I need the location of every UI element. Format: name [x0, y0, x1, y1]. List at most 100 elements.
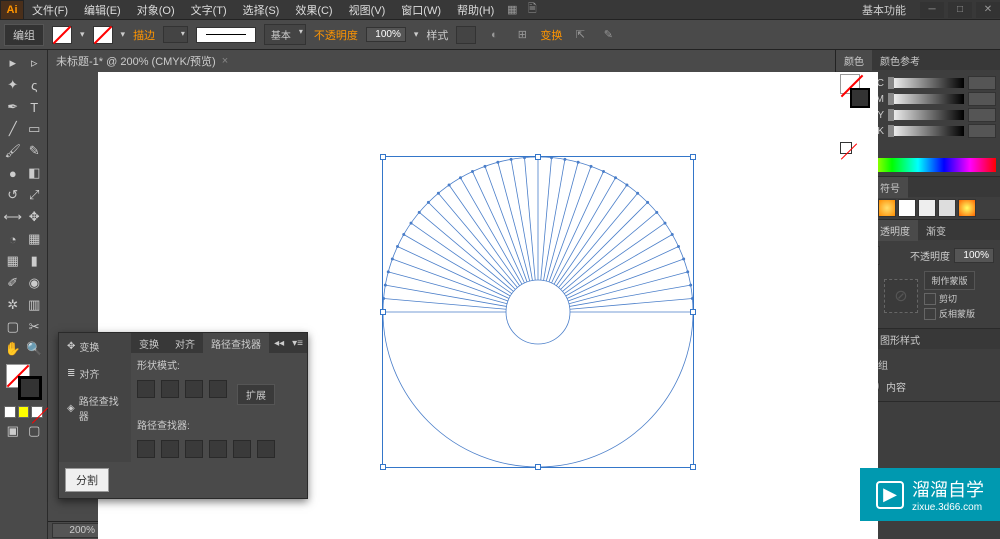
pen-tool[interactable]: ✒ [2, 96, 24, 118]
shape-unite[interactable] [137, 380, 155, 398]
slider-c[interactable] [888, 78, 964, 88]
opacity-field[interactable]: 100% [366, 27, 406, 42]
edit-icon[interactable]: ✎ [598, 26, 618, 44]
layout-icon[interactable]: ▦ [502, 1, 522, 19]
isolate-icon[interactable]: ⇱ [570, 26, 590, 44]
menu-help[interactable]: 帮助(H) [449, 0, 502, 21]
slider-k[interactable] [888, 126, 964, 136]
value-c[interactable] [968, 76, 996, 90]
fill-swatch[interactable] [52, 26, 72, 44]
value-m[interactable] [968, 92, 996, 106]
artboard-tool[interactable]: ▢ [2, 316, 24, 338]
tab-align[interactable]: 对齐 [167, 333, 203, 354]
slice-tool[interactable]: ✂ [24, 316, 46, 338]
menu-select[interactable]: 选择(S) [235, 0, 288, 21]
symbol-7[interactable] [958, 199, 976, 217]
stroke-label[interactable]: 描边 [133, 27, 155, 43]
shape-intersect[interactable] [185, 380, 203, 398]
expand-button[interactable]: 扩展 [237, 384, 275, 405]
selection-tool[interactable]: ▸ [2, 52, 24, 74]
brush-preview[interactable] [196, 27, 256, 43]
pf-trim[interactable] [161, 440, 179, 458]
menu-view[interactable]: 视图(V) [341, 0, 394, 21]
menu-edit[interactable]: 编辑(E) [76, 0, 129, 21]
type-tool[interactable]: T [24, 96, 46, 118]
menu-object[interactable]: 对象(O) [129, 0, 183, 21]
menu-type[interactable]: 文字(T) [183, 0, 235, 21]
eraser-tool[interactable]: ◧ [24, 162, 46, 184]
menu-window[interactable]: 窗口(W) [393, 0, 449, 21]
rectangle-tool[interactable]: ▭ [24, 118, 46, 140]
symbol-sprayer-tool[interactable]: ✲ [2, 294, 24, 316]
panel-menu-icon[interactable]: ▾≡ [288, 338, 307, 349]
stroke-weight[interactable] [163, 26, 188, 43]
stroke-indicator[interactable] [18, 376, 42, 400]
direct-selection-tool[interactable]: ▹ [24, 52, 46, 74]
dock-transform[interactable]: ✥ 变换 [59, 333, 131, 360]
color-mode-none[interactable] [31, 406, 43, 418]
magic-wand-tool[interactable]: ✦ [2, 74, 24, 96]
paintbrush-tool[interactable]: 🖌 [2, 140, 24, 162]
screen-mode-normal[interactable]: ▣ [2, 420, 24, 442]
tab-gradient[interactable]: 渐变 [918, 220, 954, 241]
shape-minus-front[interactable] [161, 380, 179, 398]
symbol-5[interactable] [918, 199, 936, 217]
make-mask-button[interactable]: 制作蒙版 [924, 271, 975, 290]
maximize-button[interactable]: □ [948, 2, 972, 18]
pf-minus-back[interactable] [257, 440, 275, 458]
scale-tool[interactable]: ⤢ [24, 184, 46, 206]
dock-align[interactable]: ≣ 对齐 [59, 360, 131, 387]
blob-brush-tool[interactable]: ● [2, 162, 24, 184]
value-k[interactable] [968, 124, 996, 138]
zoom-tool[interactable]: 🔍 [24, 338, 46, 360]
invert-checkbox[interactable]: 反相蒙版 [924, 307, 975, 320]
document-close[interactable]: × [222, 55, 228, 67]
pf-crop[interactable] [209, 440, 227, 458]
tab-transparency[interactable]: 透明度 [872, 220, 918, 241]
shape-builder-tool[interactable]: ◔ [2, 228, 24, 250]
slider-y[interactable] [888, 110, 964, 120]
close-button[interactable]: ✕ [976, 2, 1000, 18]
slider-m[interactable] [888, 94, 964, 104]
tab-transform[interactable]: 变换 [131, 333, 167, 354]
transp-opacity-field[interactable]: 100% [954, 248, 994, 263]
document-tab[interactable]: 未标题-1* @ 200% (CMYK/预览) × [48, 50, 835, 72]
pf-merge[interactable] [185, 440, 203, 458]
selection-bbox[interactable] [382, 156, 694, 468]
panel-collapse-icon[interactable]: ◂◂ [270, 338, 288, 349]
screen-mode-full[interactable]: ▢ [24, 420, 46, 442]
pf-divide[interactable] [137, 440, 155, 458]
hand-tool[interactable]: ✋ [2, 338, 24, 360]
blend-tool[interactable]: ◉ [24, 272, 46, 294]
opacity-label[interactable]: 不透明度 [314, 27, 358, 43]
symbol-3[interactable] [878, 199, 896, 217]
align-icon[interactable]: ⊞ [512, 26, 532, 44]
canvas[interactable]: (function(){ var g=document.getElementBy… [48, 72, 835, 521]
free-transform-tool[interactable]: ✥ [24, 206, 46, 228]
graph-tool[interactable]: ▥ [24, 294, 46, 316]
lasso-tool[interactable]: ς [24, 74, 46, 96]
pf-outline[interactable] [233, 440, 251, 458]
gradient-tool[interactable]: ▮ [24, 250, 46, 272]
panel-stroke-indicator[interactable] [850, 88, 870, 108]
pathfinder-panel[interactable]: ✥ 变换 ≣ 对齐 ◈ 路径查找器 变换 对齐 路径查找器 ◂◂ ▾≡ [58, 332, 308, 499]
perspective-tool[interactable]: ▦ [24, 228, 46, 250]
pencil-tool[interactable]: ✎ [24, 140, 46, 162]
fill-stroke-control[interactable] [6, 364, 42, 400]
doc-icon[interactable]: 🗎 [522, 1, 542, 19]
transform-label[interactable]: 变换 [540, 27, 562, 43]
workspace-switcher[interactable]: 基本功能 [854, 0, 914, 20]
none-swatch[interactable] [840, 142, 852, 154]
tab-pathfinder[interactable]: 路径查找器 [203, 333, 269, 354]
color-mode-color[interactable] [4, 406, 16, 418]
menu-file[interactable]: 文件(F) [24, 0, 76, 21]
tab-color[interactable]: 颜色 [836, 50, 872, 71]
value-y[interactable] [968, 108, 996, 122]
brush-definition[interactable]: 基本 [264, 24, 306, 45]
rotate-tool[interactable]: ↺ [2, 184, 24, 206]
tab-color-guide[interactable]: 颜色参考 [872, 50, 928, 71]
mask-thumb[interactable]: ⊘ [884, 279, 918, 313]
zoom-field[interactable]: 200% [52, 523, 100, 538]
stroke-swatch[interactable] [93, 26, 113, 44]
line-tool[interactable]: ╱ [2, 118, 24, 140]
